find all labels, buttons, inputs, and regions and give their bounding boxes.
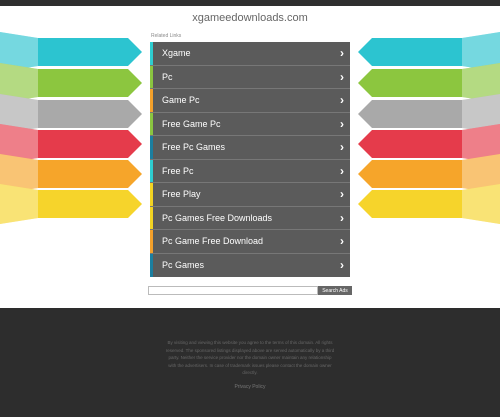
search-input[interactable]	[148, 286, 318, 295]
menu-item-label: Free Pc	[162, 165, 194, 176]
chevron-right-icon: ›	[340, 187, 344, 202]
chevron-right-icon: ›	[340, 140, 344, 155]
chevron-right-icon: ›	[340, 69, 344, 84]
menu-item-label: Game Pc	[162, 95, 200, 106]
search-bar: Search Ads	[148, 286, 352, 295]
menu-item[interactable]: Free Pc Games ›	[150, 136, 350, 160]
related-links-label: Related Links	[151, 33, 182, 39]
footer: By visiting and viewing this website you…	[0, 308, 500, 417]
chevron-right-icon: ›	[340, 258, 344, 273]
menu-item[interactable]: Free Game Pc ›	[150, 112, 350, 136]
menu-item-label: Pc Games Free Downloads	[162, 212, 273, 223]
menu-item[interactable]: Pc ›	[150, 65, 350, 89]
menu-item[interactable]: Pc Games ›	[150, 253, 350, 277]
menu-item-label: Pc Games	[162, 260, 205, 271]
menu-item-accent	[150, 253, 153, 277]
menu-item-accent	[150, 206, 153, 229]
menu-item-label: Free Game Pc	[162, 118, 221, 129]
menu-item-label: Free Pc Games	[162, 142, 226, 153]
menu-item-accent	[150, 42, 153, 65]
menu-item-accent	[150, 230, 153, 253]
menu-item-label: Pc Game Free Download	[162, 236, 264, 247]
chevron-right-icon: ›	[340, 210, 344, 225]
menu-item[interactable]: Free Play ›	[150, 183, 350, 207]
chevron-right-icon: ›	[340, 46, 344, 61]
chevron-right-icon: ›	[340, 234, 344, 249]
left-banner-stripe	[0, 184, 142, 224]
menu-item-accent	[150, 65, 153, 88]
menu-item[interactable]: Xgame ›	[150, 42, 350, 66]
menu-item-label: Free Play	[162, 189, 201, 200]
search-button[interactable]: Search Ads	[318, 286, 352, 295]
menu-item[interactable]: Free Pc ›	[150, 159, 350, 183]
menu-item[interactable]: Pc Game Free Download ›	[150, 230, 350, 254]
menu-item-accent	[150, 159, 153, 182]
menu-item-accent	[150, 89, 153, 112]
chevron-right-icon: ›	[340, 163, 344, 178]
menu-item[interactable]: Pc Games Free Downloads ›	[150, 206, 350, 230]
chevron-right-icon: ›	[340, 116, 344, 131]
menu-item[interactable]: Game Pc ›	[150, 89, 350, 113]
menu-item-accent	[150, 136, 153, 159]
menu-item-accent	[150, 112, 153, 135]
footer-disclaimer: By visiting and viewing this website you…	[165, 340, 335, 375]
related-links-menu: Xgame › Pc › Game Pc › Free Game Pc › Free Pc Ga…	[150, 42, 350, 277]
site-domain: xgameedownloads.com	[192, 12, 308, 24]
menu-item-accent	[150, 183, 153, 206]
top-bar	[0, 0, 500, 6]
chevron-right-icon: ›	[340, 93, 344, 108]
menu-item-label: Pc	[162, 71, 173, 82]
menu-item-label: Xgame	[162, 48, 191, 59]
right-banner-stripe	[358, 184, 500, 224]
privacy-policy-link[interactable]: Privacy Policy	[0, 384, 500, 390]
